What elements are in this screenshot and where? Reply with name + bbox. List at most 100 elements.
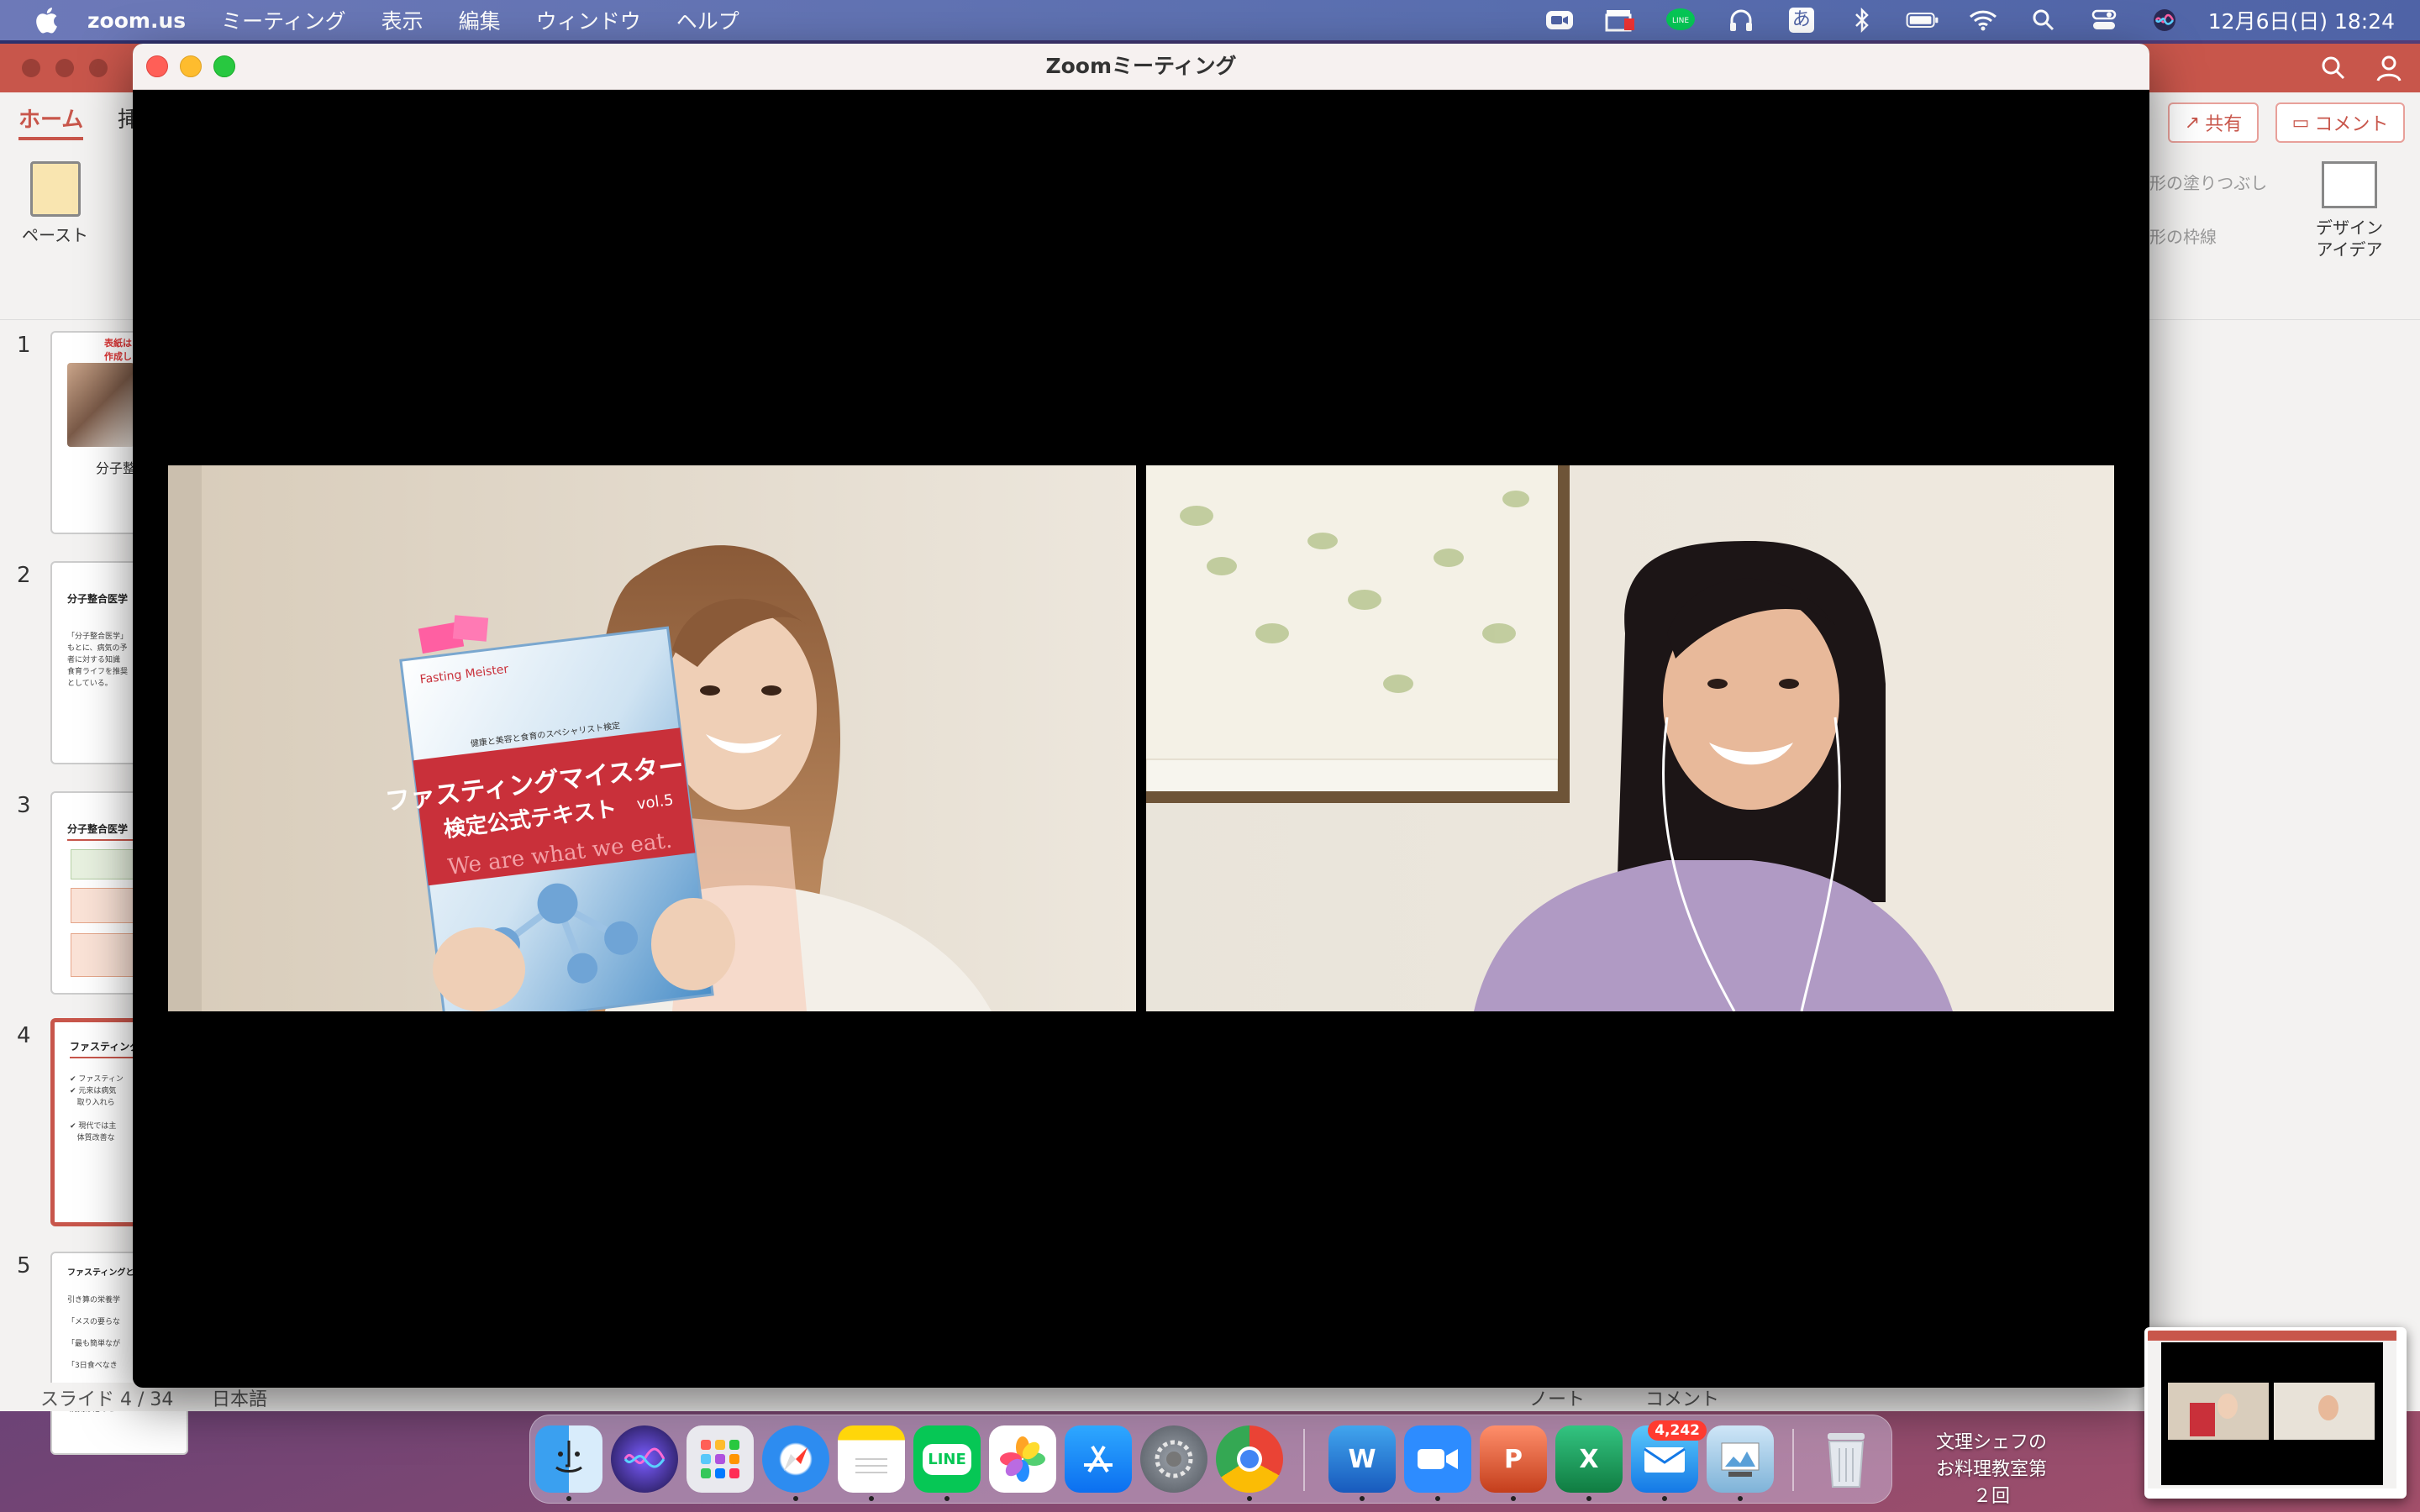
zoom-icon[interactable] — [1404, 1425, 1471, 1493]
battery-icon[interactable] — [1906, 7, 1939, 34]
running-indicator — [1662, 1496, 1667, 1501]
siri-icon[interactable] — [2148, 7, 2181, 34]
headphones-icon[interactable] — [1724, 7, 1758, 34]
control-center-icon[interactable] — [2087, 7, 2121, 34]
paste-label: ペースト — [22, 225, 88, 245]
dock-separator — [1792, 1429, 1794, 1491]
bluetooth-icon[interactable] — [1845, 7, 1879, 34]
powerpoint-icon[interactable]: P — [1480, 1425, 1547, 1493]
chrome-icon[interactable] — [1216, 1425, 1283, 1493]
running-indicator — [869, 1496, 874, 1501]
apple-icon[interactable] — [34, 7, 59, 34]
mail-icon[interactable]: 4,242 — [1631, 1420, 1707, 1493]
slide-thumbnail-pane: 1 表紙は 作成し 分子整 2 分子整合医学 「分子整合医学」 もとに、病気の予… — [0, 321, 193, 1455]
design-ideas-label-2: アイデア — [2316, 239, 2383, 260]
share-label: 共有 — [2205, 114, 2243, 135]
clapper-icon[interactable] — [1603, 7, 1637, 34]
comment-icon: ▭ — [2291, 112, 2310, 134]
participant-right-scene — [1146, 465, 2114, 1011]
line-icon[interactable]: LINE — [913, 1425, 981, 1493]
ppt-account-icon[interactable] — [2375, 54, 2403, 82]
menu-meeting[interactable]: ミーティング — [221, 5, 346, 35]
slide-number: 1 — [17, 333, 31, 358]
ppt-search-icon[interactable] — [2321, 55, 2346, 81]
running-indicator — [1247, 1496, 1252, 1501]
excel-letter: X — [1579, 1444, 1599, 1474]
input-method-icon[interactable]: あ — [1785, 7, 1818, 34]
powerpoint-letter: P — [1504, 1444, 1523, 1474]
slide-number: 4 — [17, 1023, 31, 1048]
word-letter: W — [1348, 1444, 1376, 1474]
zoom-icon[interactable] — [1543, 7, 1576, 34]
line-icon[interactable]: LINE — [1664, 7, 1697, 34]
trash-icon[interactable] — [1812, 1425, 1880, 1493]
screenshot-preview-thumbnail[interactable] — [2144, 1327, 2407, 1499]
clipboard-icon — [29, 161, 81, 217]
design-ideas-label-1: デザイン — [2316, 218, 2383, 238]
slide-1-photo — [67, 363, 134, 447]
excel-icon[interactable]: X — [1555, 1425, 1623, 1493]
menu-window[interactable]: ウィンドウ — [536, 5, 641, 35]
running-indicator — [1738, 1496, 1743, 1501]
paste-button[interactable]: ペースト — [22, 161, 88, 246]
tab-home[interactable]: ホーム — [18, 102, 84, 140]
menu-view[interactable]: 表示 — [381, 5, 424, 35]
ppt-zoom-button[interactable] — [89, 59, 108, 77]
comments-button[interactable]: コメント — [1645, 1384, 1719, 1411]
slide-number: 2 — [17, 563, 31, 588]
share-button[interactable]: ↗ 共有 — [2168, 102, 2259, 143]
menu-edit[interactable]: 編集 — [459, 5, 501, 35]
shape-outline-button[interactable]: 形の枠線 — [2149, 223, 2217, 248]
ppt-minimize-button[interactable] — [55, 59, 74, 77]
slide-number: 5 — [17, 1253, 31, 1278]
notes-button[interactable]: ノート — [1529, 1384, 1585, 1411]
shape-fill-button[interactable]: 形の塗りつぶし — [2149, 170, 2267, 194]
app-store-icon[interactable] — [1065, 1425, 1132, 1493]
dock-separator — [1303, 1429, 1305, 1491]
window-title: Zoomミーティング — [1045, 54, 1237, 78]
slide-number: 3 — [17, 793, 31, 818]
word-icon[interactable]: W — [1328, 1425, 1396, 1493]
mail-unread-badge: 4,242 — [1648, 1420, 1707, 1441]
launchpad-icon[interactable] — [687, 1425, 754, 1493]
zoom-meeting-window: Zoomミーティング Fasting Meister 健康と美容と食育のスペシャ… — [133, 44, 2149, 1388]
participant-left-scene: Fasting Meister 健康と美容と食育のスペシャリスト検定 ファスティ… — [168, 465, 1136, 1011]
desktop-folder-label[interactable]: 文理シェフのお料理教室第２回 — [1933, 1430, 2050, 1510]
line-dock-label: LINE — [923, 1443, 971, 1475]
language-indicator[interactable]: 日本語 — [212, 1384, 267, 1411]
powerpoint-window-controls — [22, 59, 108, 77]
preview-image — [2148, 1331, 2396, 1488]
ppt-close-button[interactable] — [22, 59, 40, 77]
participant-video-left[interactable]: Fasting Meister 健康と美容と食育のスペシャリスト検定 ファスティ… — [168, 465, 1136, 1011]
preview-icon[interactable] — [1707, 1425, 1774, 1493]
photos-icon[interactable] — [989, 1425, 1056, 1493]
running-indicator — [793, 1496, 798, 1501]
notes-icon[interactable] — [838, 1425, 905, 1493]
menu-help[interactable]: ヘルプ — [676, 5, 739, 35]
design-ideas-button[interactable]: デザイン アイデア — [2316, 161, 2383, 260]
safari-icon[interactable] — [762, 1425, 829, 1493]
slide-3-box — [71, 849, 139, 879]
running-indicator — [1511, 1496, 1516, 1501]
line-icon-label: LINE — [1672, 17, 1689, 25]
system-preferences-icon[interactable] — [1140, 1425, 1207, 1493]
running-indicator — [1586, 1496, 1591, 1501]
share-icon: ↗ — [2184, 112, 2201, 134]
slide-counter: スライド 4 / 34 — [40, 1389, 174, 1410]
participant-video-right[interactable] — [1146, 465, 2114, 1011]
app-menu-zoom[interactable]: zoom.us — [87, 8, 186, 33]
wifi-icon[interactable] — [1966, 7, 2000, 34]
running-indicator — [566, 1496, 571, 1501]
menu-clock[interactable]: 12月6日(日) 18:24 — [2208, 5, 2395, 35]
finder-icon[interactable] — [535, 1425, 602, 1493]
spotlight-search-icon[interactable] — [2027, 7, 2060, 34]
comment-button[interactable]: ▭ コメント — [2275, 102, 2405, 143]
slide-3-box — [71, 888, 139, 923]
running-indicator — [944, 1496, 950, 1501]
menu-bar: zoom.us ミーティング 表示 編集 ウィンドウ ヘルプ LINE あ 12… — [0, 0, 2420, 40]
running-indicator — [1435, 1496, 1440, 1501]
zoom-titlebar: Zoomミーティング — [133, 44, 2149, 90]
input-method-label: あ — [1788, 8, 1814, 33]
design-ideas-icon — [2322, 161, 2377, 208]
siri-icon[interactable] — [611, 1425, 678, 1493]
